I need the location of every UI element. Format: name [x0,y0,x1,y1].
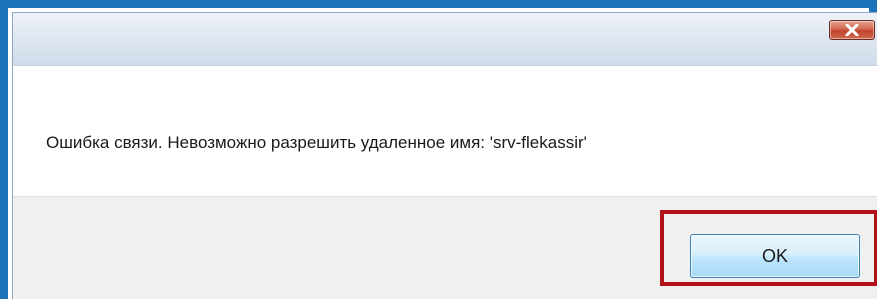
ok-button[interactable]: OK [690,234,860,278]
close-icon [845,24,859,36]
close-button[interactable] [829,20,875,40]
error-dialog: Ошибка связи. Невозможно разрешить удале… [12,12,877,299]
message-area: Ошибка связи. Невозможно разрешить удале… [13,66,877,196]
error-message: Ошибка связи. Невозможно разрешить удале… [46,133,587,152]
screen: Ошибка связи. Невозможно разрешить удале… [0,0,877,299]
dialog-titlebar [13,13,877,66]
button-area: OK [13,196,877,299]
